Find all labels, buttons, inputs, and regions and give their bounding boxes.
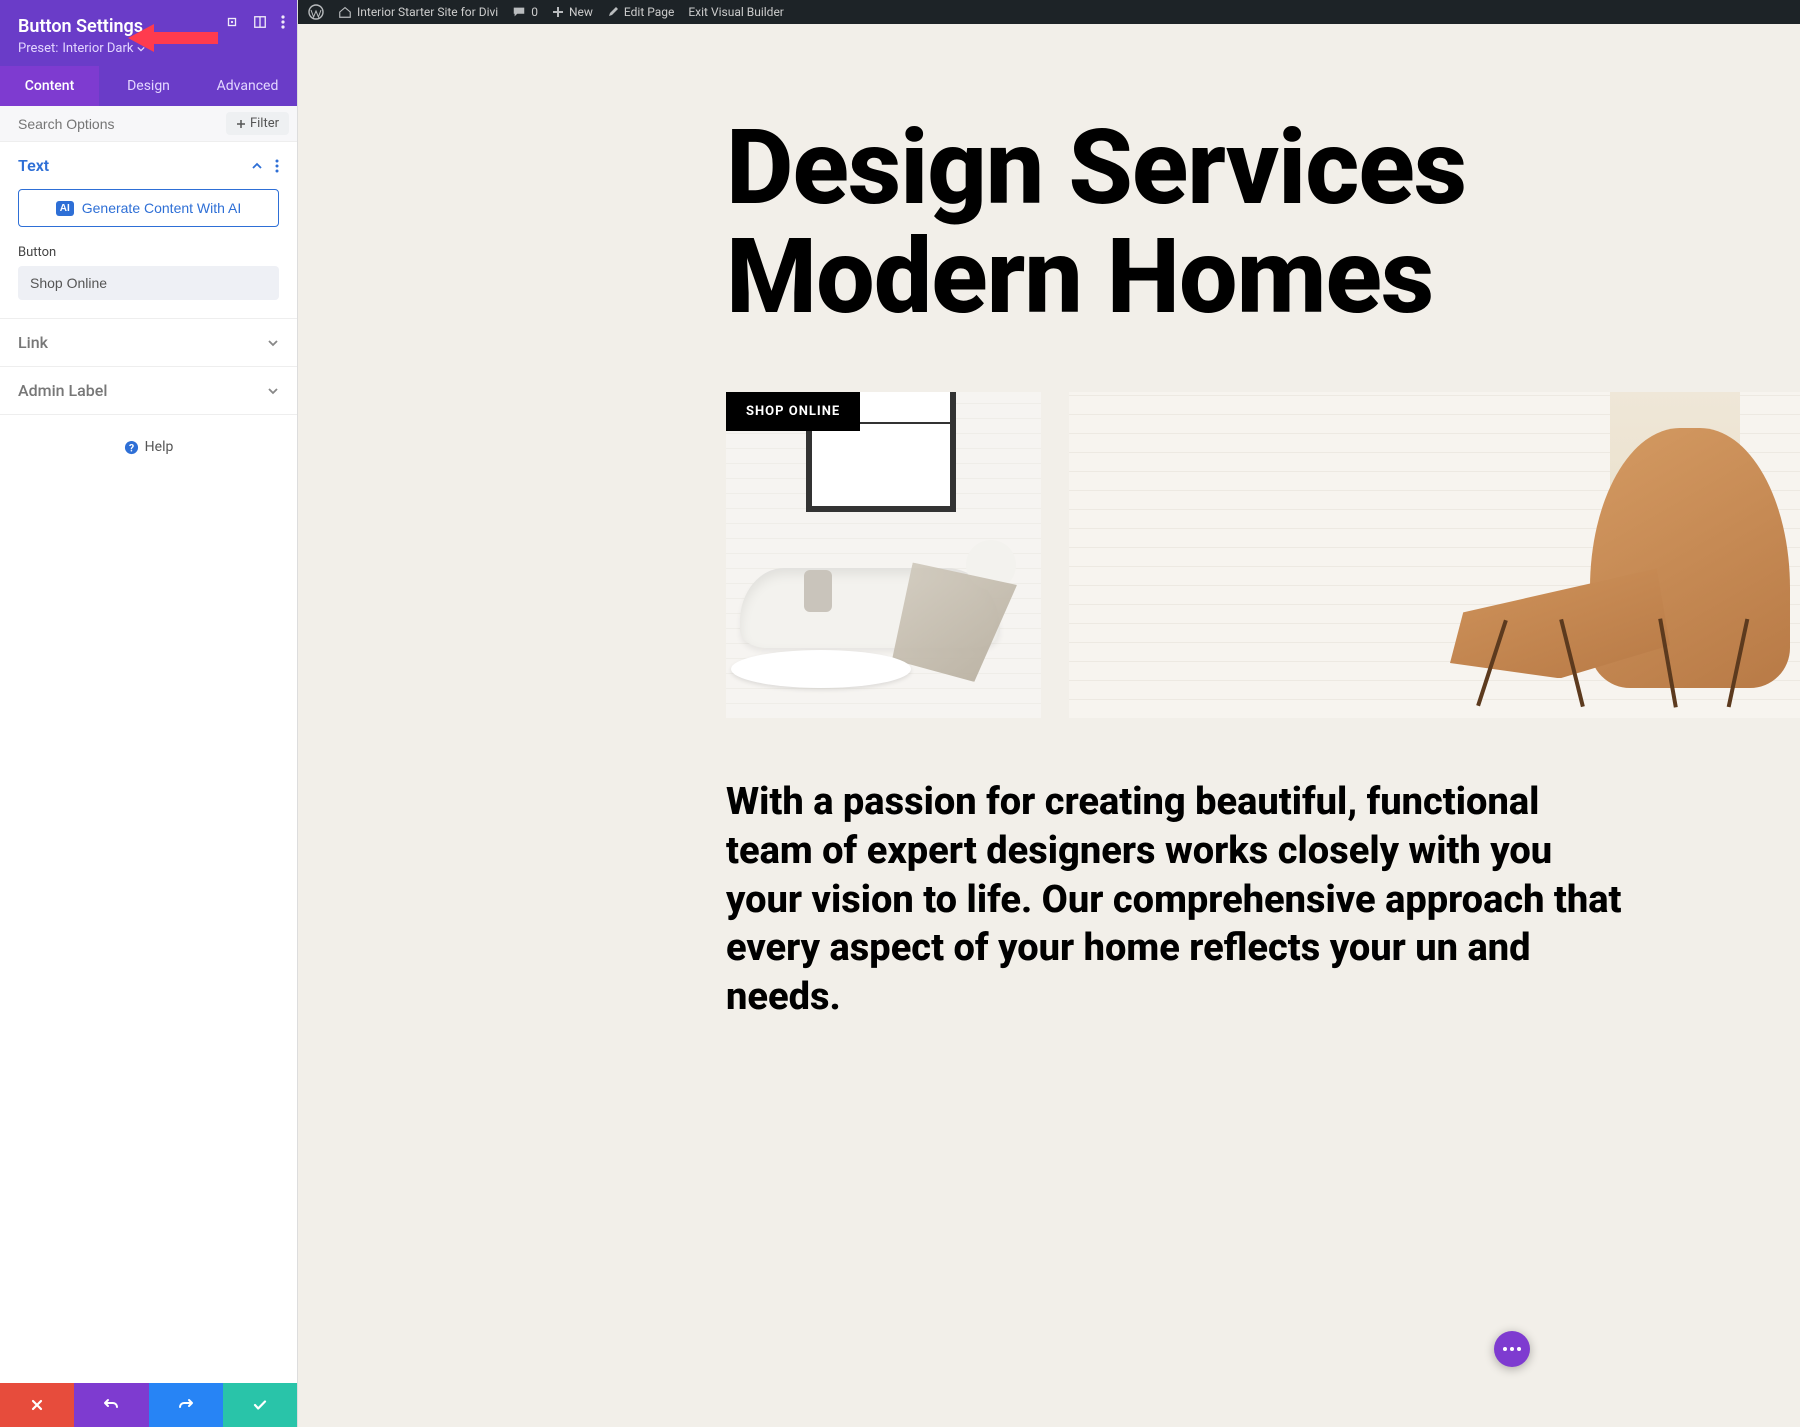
redo-icon xyxy=(178,1397,194,1413)
chevron-up-icon xyxy=(251,160,263,172)
help-link[interactable]: ? Help xyxy=(0,415,297,479)
filter-button[interactable]: Filter xyxy=(226,112,289,135)
section-text: Text AI Generate Content With AI Button xyxy=(0,142,297,319)
hero-images: SHOP ONLINE xyxy=(726,392,1800,718)
exit-builder-link[interactable]: Exit Visual Builder xyxy=(688,5,784,19)
edit-page-link[interactable]: Edit Page xyxy=(607,5,674,19)
chevron-down-icon xyxy=(137,45,145,53)
plus-icon xyxy=(552,6,564,18)
section-text-header[interactable]: Text xyxy=(0,142,297,189)
discard-button[interactable] xyxy=(0,1383,74,1427)
hero-image-right xyxy=(1069,392,1800,718)
wp-admin-bar: Interior Starter Site for Divi 0 New Edi… xyxy=(298,0,1800,24)
chevron-down-icon xyxy=(267,337,279,349)
help-icon: ? xyxy=(124,440,139,455)
page-content: Design Services Modern Homes SHOP ONLINE xyxy=(298,24,1800,1022)
section-admin-label: Admin Label xyxy=(0,367,297,415)
search-row: Filter xyxy=(0,106,297,142)
plus-icon xyxy=(236,119,246,129)
preset-prefix: Preset: xyxy=(18,41,58,56)
section-text-title: Text xyxy=(18,156,49,175)
section-admin-title: Admin Label xyxy=(18,381,107,400)
new-link[interactable]: New xyxy=(552,5,593,19)
sidebar-header: Button Settings Preset: Interior Dark xyxy=(0,0,297,66)
wp-logo[interactable] xyxy=(308,4,324,20)
save-button[interactable] xyxy=(223,1383,297,1427)
settings-tabs: Content Design Advanced xyxy=(0,66,297,106)
tab-content[interactable]: Content xyxy=(0,66,99,106)
ai-badge: AI xyxy=(56,201,74,216)
more-menu-icon[interactable] xyxy=(281,14,285,33)
tab-advanced[interactable]: Advanced xyxy=(198,66,297,106)
close-icon xyxy=(30,1398,44,1412)
section-link-title: Link xyxy=(18,333,48,352)
section-admin-header[interactable]: Admin Label xyxy=(0,367,297,414)
ellipsis-icon xyxy=(1510,1347,1514,1351)
body-paragraph: With a passion for creating beautiful, f… xyxy=(726,778,1626,1021)
chevron-down-icon xyxy=(267,385,279,397)
comment-icon xyxy=(512,5,526,19)
search-input[interactable] xyxy=(18,116,226,132)
builder-fab[interactable] xyxy=(1494,1331,1530,1367)
section-link-header[interactable]: Link xyxy=(0,319,297,366)
expand-icon[interactable] xyxy=(225,14,239,33)
preview-pane: Interior Starter Site for Divi 0 New Edi… xyxy=(298,0,1800,1427)
ai-button-label: Generate Content With AI xyxy=(82,200,242,216)
hero-line-1: Design Services xyxy=(726,114,1800,223)
undo-button[interactable] xyxy=(74,1383,148,1427)
tab-design[interactable]: Design xyxy=(99,66,198,106)
preset-dropdown[interactable]: Preset: Interior Dark xyxy=(18,41,279,56)
redo-button[interactable] xyxy=(149,1383,223,1427)
filter-label: Filter xyxy=(250,116,279,131)
hero-line-2: Modern Homes xyxy=(726,223,1800,332)
undo-icon xyxy=(103,1397,119,1413)
edit-page-label: Edit Page xyxy=(624,5,674,19)
hero-image-left: SHOP ONLINE xyxy=(726,392,1041,718)
pencil-icon xyxy=(607,6,619,18)
bottom-action-bar xyxy=(0,1383,297,1427)
site-name: Interior Starter Site for Divi xyxy=(357,5,498,19)
site-name-link[interactable]: Interior Starter Site for Divi xyxy=(338,5,498,19)
check-icon xyxy=(252,1397,268,1413)
new-label: New xyxy=(569,5,593,19)
comments-count: 0 xyxy=(531,5,538,19)
help-label: Help xyxy=(145,439,174,455)
button-text-input[interactable] xyxy=(18,266,279,300)
shop-online-button[interactable]: SHOP ONLINE xyxy=(726,392,860,431)
section-more-icon[interactable] xyxy=(275,159,279,173)
settings-sidebar: Button Settings Preset: Interior Dark Co… xyxy=(0,0,298,1427)
preset-name: Interior Dark xyxy=(62,41,133,56)
button-field-label: Button xyxy=(18,245,279,260)
comments-link[interactable]: 0 xyxy=(512,5,538,19)
exit-builder-label: Exit Visual Builder xyxy=(688,5,784,19)
home-icon xyxy=(338,5,352,19)
generate-ai-button[interactable]: AI Generate Content With AI xyxy=(18,189,279,227)
header-icon-group xyxy=(225,14,285,33)
section-text-body: AI Generate Content With AI Button xyxy=(0,189,297,318)
svg-text:?: ? xyxy=(129,441,134,454)
panel-toggle-icon[interactable] xyxy=(253,14,267,33)
section-link: Link xyxy=(0,319,297,367)
